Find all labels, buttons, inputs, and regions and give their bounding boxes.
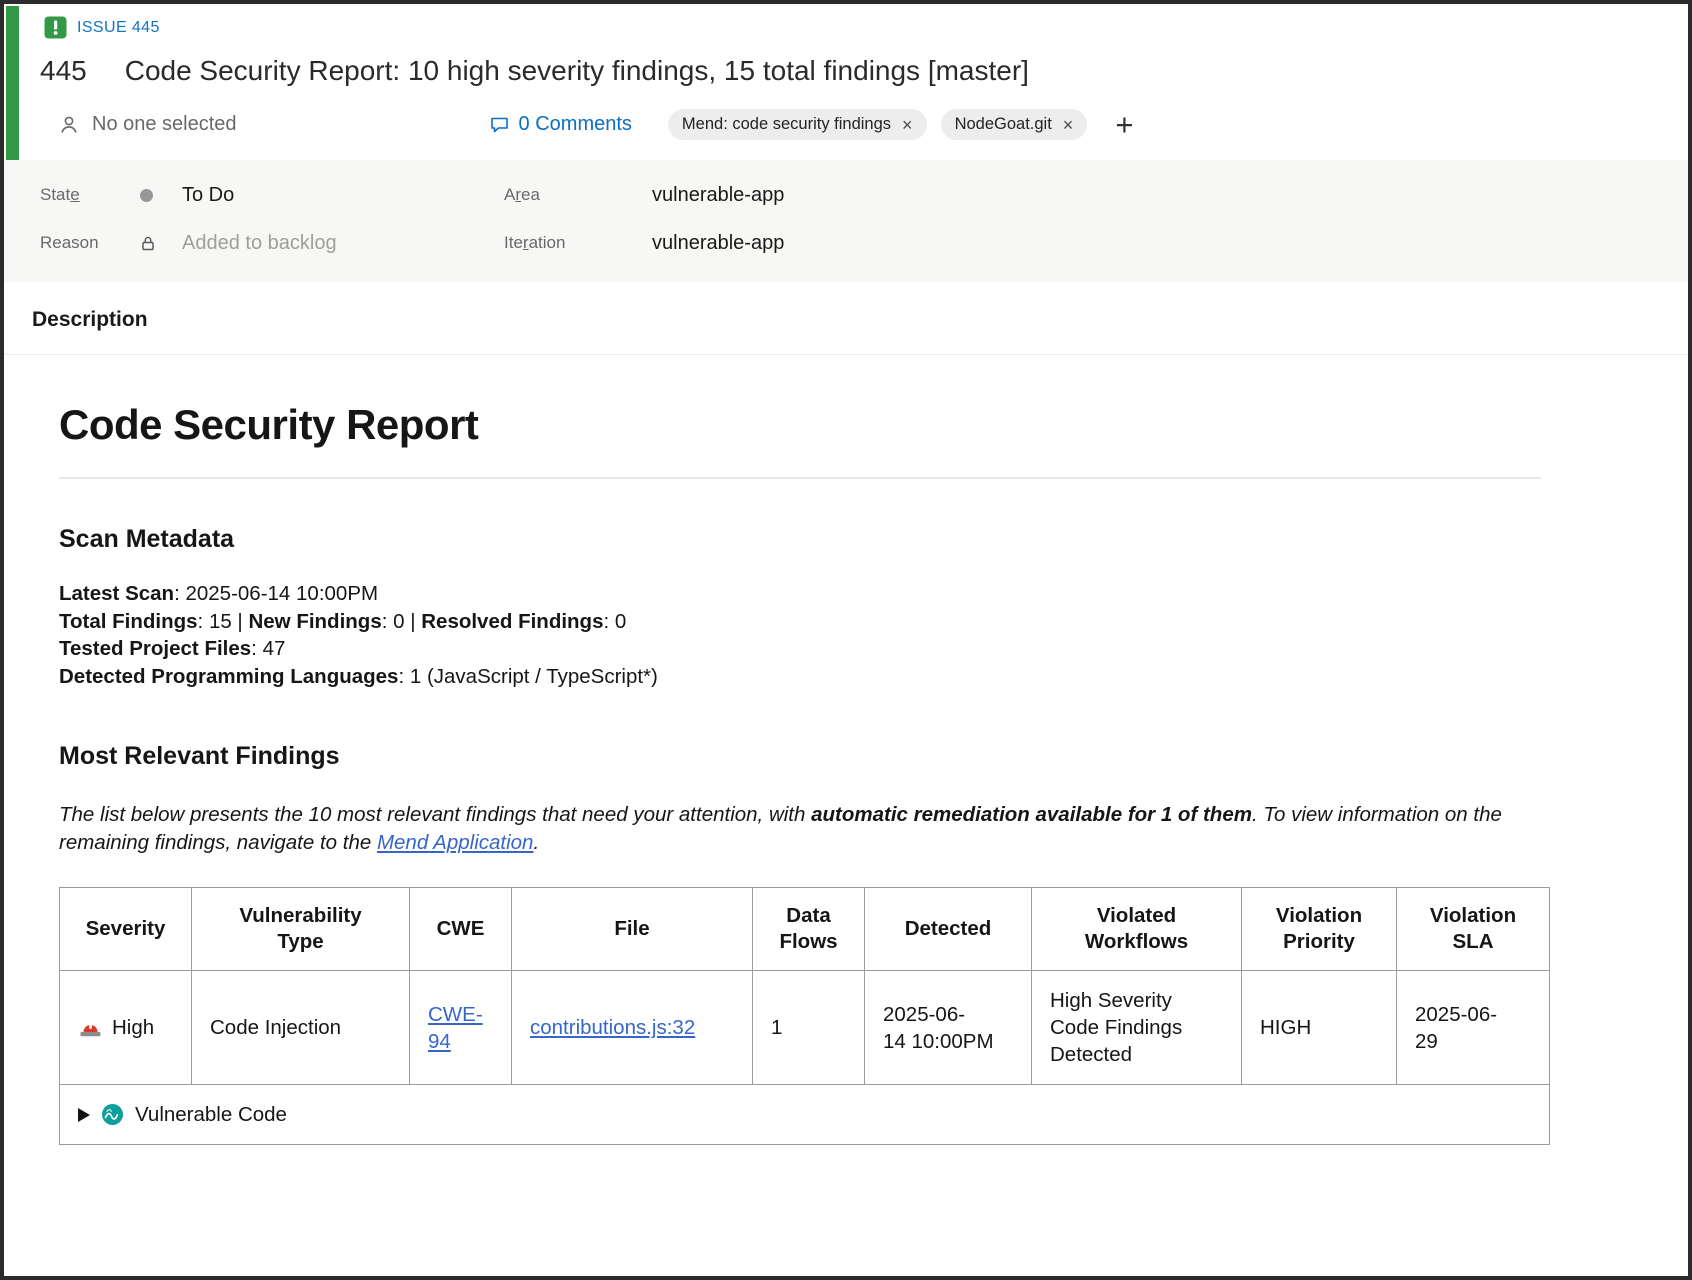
fields-section: State To Do Reason Added to backlog Area… (4, 160, 1688, 282)
column-header-detected: Detected (865, 888, 1032, 971)
state-field: State To Do (40, 176, 504, 214)
work-item-id: 445 (40, 55, 87, 87)
data-flows-cell: 1 (753, 971, 865, 1085)
column-header-file: File (512, 888, 753, 971)
scan-metadata-heading: Scan Metadata (59, 525, 1541, 554)
iteration-value[interactable]: vulnerable-app (652, 232, 784, 255)
issue-type-color-bar (6, 6, 19, 160)
reason-icon-area (140, 235, 182, 252)
work-item-header: ISSUE 445 445 Code Security Report: 10 h… (4, 4, 1688, 160)
remove-tag-icon[interactable]: × (1063, 116, 1074, 134)
issue-type-icon (44, 16, 67, 39)
comments-count: 0 Comments (519, 113, 632, 136)
assignee-placeholder: No one selected (92, 113, 237, 136)
table-header-row: Severity Vulnerability Type CWE File Dat… (60, 888, 1550, 971)
tag-mend-code-security-findings[interactable]: Mend: code security findings × (668, 109, 927, 140)
column-header-violation-sla: Violation SLA (1397, 888, 1550, 971)
detected-cell: 2025-06-14 10:00PM (865, 971, 1032, 1085)
iteration-label: Iteration (504, 233, 652, 253)
assignee-picker[interactable]: No one selected (58, 113, 237, 136)
title-row: 445 Code Security Report: 10 high severi… (40, 55, 1664, 87)
scan-line-languages: Detected Programming Languages: 1 (JavaS… (59, 663, 1541, 691)
tag-list: Mend: code security findings × NodeGoat.… (668, 109, 1134, 140)
description-section: Description Code Security Report Scan Me… (4, 308, 1688, 1145)
tag-label: Mend: code security findings (682, 115, 891, 134)
column-header-severity: Severity (60, 888, 192, 971)
tag-label: NodeGoat.git (955, 115, 1052, 134)
work-item-window: ISSUE 445 445 Code Security Report: 10 h… (0, 0, 1692, 1280)
state-icon-area (140, 189, 182, 202)
state-todo-dot-icon (140, 189, 153, 202)
violated-workflows-cell: High Severity Code Findings Detected (1032, 971, 1242, 1085)
mend-application-link[interactable]: Mend Application (377, 831, 534, 854)
lock-icon (140, 235, 156, 252)
column-header-vulnerability-type: Vulnerability Type (192, 888, 410, 971)
cwe-link[interactable]: CWE-94 (428, 1003, 483, 1053)
state-value[interactable]: To Do (182, 184, 234, 207)
scan-line-findings: Total Findings: 15 | New Findings: 0 | R… (59, 608, 1541, 636)
scan-line-latest: Latest Scan: 2025-06-14 10:00PM (59, 580, 1541, 608)
most-relevant-findings-heading: Most Relevant Findings (59, 742, 1541, 771)
expand-triangle-icon (78, 1108, 90, 1122)
vulnerable-code-row: Vulnerable Code (60, 1085, 1550, 1145)
column-header-data-flows: Data Flows (753, 888, 865, 971)
column-header-violated-workflows: Violated Workflows (1032, 888, 1242, 971)
add-tag-button[interactable]: + (1115, 112, 1133, 138)
meta-row: No one selected 0 Comments Mend: code se… (40, 109, 1664, 140)
mend-icon (101, 1103, 124, 1126)
comment-icon (489, 114, 510, 135)
finding-row: High Code Injection CWE-94 contributions… (60, 971, 1550, 1085)
area-label: Area (504, 185, 652, 205)
iteration-field: Iteration vulnerable-app (504, 224, 1688, 262)
violation-priority-cell: HIGH (1242, 971, 1397, 1085)
vulnerable-code-label: Vulnerable Code (135, 1101, 287, 1128)
file-cell: contributions.js:32 (512, 971, 753, 1085)
column-header-violation-priority: Violation Priority (1242, 888, 1397, 971)
divider (59, 477, 1541, 479)
area-field: Area vulnerable-app (504, 176, 1688, 214)
person-icon (58, 114, 80, 136)
fields-column-right: Area vulnerable-app Iteration vulnerable… (504, 176, 1688, 262)
description-content: Code Security Report Scan Metadata Lates… (4, 355, 1688, 1145)
area-value[interactable]: vulnerable-app (652, 184, 784, 207)
vulnerable-code-cell: Vulnerable Code (60, 1085, 1550, 1145)
scan-line-files: Tested Project Files: 47 (59, 635, 1541, 663)
severity-value: High (112, 1014, 154, 1041)
column-header-cwe: CWE (410, 888, 512, 971)
vulnerability-type-cell: Code Injection (192, 971, 410, 1085)
description-heading: Description (32, 308, 1688, 332)
reason-label: Reason (40, 233, 140, 253)
siren-icon (78, 1017, 103, 1038)
vulnerable-code-toggle[interactable]: Vulnerable Code (78, 1101, 1531, 1128)
comments-link[interactable]: 0 Comments (489, 113, 632, 136)
remove-tag-icon[interactable]: × (902, 116, 913, 134)
work-item-title[interactable]: Code Security Report: 10 high severity f… (125, 55, 1664, 87)
file-link[interactable]: contributions.js:32 (530, 1016, 695, 1039)
report-title: Code Security Report (59, 401, 1541, 449)
severity-cell: High (60, 971, 192, 1085)
cwe-cell: CWE-94 (410, 971, 512, 1085)
violation-sla-cell: 2025-06-29 (1397, 971, 1550, 1085)
reason-value: Added to backlog (182, 232, 337, 255)
scan-metadata-block: Latest Scan: 2025-06-14 10:00PM Total Fi… (59, 580, 1541, 690)
findings-intro: The list below presents the 10 most rele… (59, 801, 1541, 857)
state-label: State (40, 185, 140, 205)
findings-table: Severity Vulnerability Type CWE File Dat… (59, 887, 1550, 1145)
fields-column-left: State To Do Reason Added to backlog (40, 176, 504, 262)
reason-field: Reason Added to backlog (40, 224, 504, 262)
issue-type-row: ISSUE 445 (44, 16, 1664, 39)
issue-type-label: ISSUE 445 (77, 19, 160, 37)
tag-nodegoat-git[interactable]: NodeGoat.git × (941, 109, 1088, 140)
